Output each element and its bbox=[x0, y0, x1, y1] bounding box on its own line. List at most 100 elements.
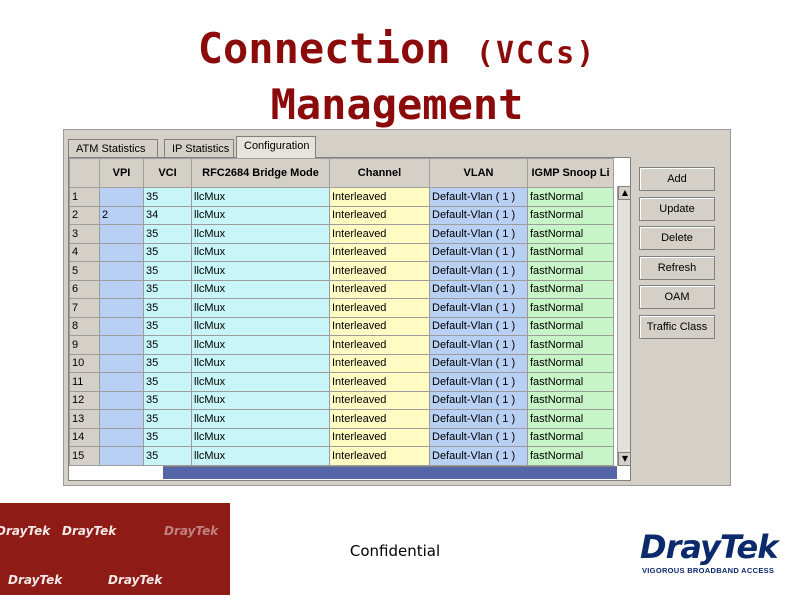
channel-cell[interactable]: Interleaved bbox=[329, 187, 430, 207]
table-row[interactable]: 4 35 llcMux Interleaved Default-Vlan ( 1 ) fa… bbox=[69, 242, 614, 262]
bridge-mode-cell[interactable]: llcMux bbox=[191, 372, 330, 392]
bridge-mode-cell[interactable]: llcMux bbox=[191, 316, 330, 336]
table-row[interactable]: 5 35 llcMux Interleaved Default-Vlan ( 1 ) fa… bbox=[69, 261, 614, 281]
bridge-mode-cell[interactable]: llcMux bbox=[191, 187, 330, 207]
vci-cell[interactable]: 35 bbox=[143, 187, 192, 207]
row-index[interactable]: 6 bbox=[69, 279, 100, 299]
table-row[interactable]: 11 35 llcMux Interleaved Default-Vlan ( 1 ) f… bbox=[69, 372, 614, 392]
vci-cell[interactable]: 35 bbox=[143, 353, 192, 373]
bridge-mode-cell[interactable]: llcMux bbox=[191, 409, 330, 429]
vlan-cell[interactable]: Default-Vlan ( 1 ) bbox=[429, 390, 528, 410]
channel-cell[interactable]: Interleaved bbox=[329, 390, 430, 410]
igmp-cell[interactable]: fastNormal bbox=[527, 409, 614, 429]
channel-cell[interactable]: Interleaved bbox=[329, 298, 430, 318]
vlan-cell[interactable]: Default-Vlan ( 1 ) bbox=[429, 372, 528, 392]
igmp-cell[interactable]: fastNormal bbox=[527, 261, 614, 281]
vci-cell[interactable]: 35 bbox=[143, 242, 192, 262]
vlan-cell[interactable]: Default-Vlan ( 1 ) bbox=[429, 205, 528, 225]
vci-cell[interactable]: 35 bbox=[143, 372, 192, 392]
bridge-mode-cell[interactable]: llcMux bbox=[191, 446, 330, 466]
vci-cell[interactable]: 35 bbox=[143, 446, 192, 466]
update-button[interactable]: Update bbox=[639, 197, 715, 221]
table-row[interactable]: 2 2 34 llcMux Interleaved Default-Vlan ( 1 ) f… bbox=[69, 205, 614, 225]
scroll-down-icon[interactable]: ▼ bbox=[618, 452, 630, 466]
table-row[interactable]: 10 35 llcMux Interleaved Default-Vlan ( 1 ) f… bbox=[69, 353, 614, 373]
channel-cell[interactable]: Interleaved bbox=[329, 279, 430, 299]
igmp-cell[interactable]: fastNormal bbox=[527, 390, 614, 410]
row-index[interactable]: 4 bbox=[69, 242, 100, 262]
vlan-cell[interactable]: Default-Vlan ( 1 ) bbox=[429, 316, 528, 336]
tab-ip-statistics[interactable]: IP Statistics bbox=[164, 139, 234, 157]
vci-cell[interactable]: 35 bbox=[143, 316, 192, 336]
vlan-cell[interactable]: Default-Vlan ( 1 ) bbox=[429, 261, 528, 281]
refresh-button[interactable]: Refresh bbox=[639, 256, 715, 280]
vci-cell[interactable]: 35 bbox=[143, 224, 192, 244]
traffic-class-button[interactable]: Traffic Class bbox=[639, 315, 715, 339]
vci-cell[interactable]: 35 bbox=[143, 390, 192, 410]
table-row[interactable]: 9 35 llcMux Interleaved Default-Vlan ( 1 ) fa… bbox=[69, 335, 614, 355]
row-index[interactable]: 2 bbox=[69, 205, 100, 225]
delete-button[interactable]: Delete bbox=[639, 226, 715, 250]
vpi-cell[interactable] bbox=[99, 372, 144, 392]
channel-cell[interactable]: Interleaved bbox=[329, 224, 430, 244]
bridge-mode-cell[interactable]: llcMux bbox=[191, 335, 330, 355]
table-row[interactable]: 14 35 llcMux Interleaved Default-Vlan ( 1 ) f… bbox=[69, 427, 614, 447]
igmp-cell[interactable]: fastNormal bbox=[527, 298, 614, 318]
vci-cell[interactable]: 35 bbox=[143, 279, 192, 299]
row-index[interactable]: 10 bbox=[69, 353, 100, 373]
igmp-cell[interactable]: fastNormal bbox=[527, 187, 614, 207]
row-index[interactable]: 14 bbox=[69, 427, 100, 447]
row-index[interactable]: 1 bbox=[69, 187, 100, 207]
horizontal-scrollbar[interactable] bbox=[163, 466, 617, 479]
igmp-cell[interactable]: fastNormal bbox=[527, 224, 614, 244]
igmp-cell[interactable]: fastNormal bbox=[527, 427, 614, 447]
tab-atm-statistics[interactable]: ATM Statistics bbox=[68, 139, 158, 157]
vci-cell[interactable]: 34 bbox=[143, 205, 192, 225]
table-row[interactable]: 8 35 llcMux Interleaved Default-Vlan ( 1 ) fa… bbox=[69, 316, 614, 336]
add-button[interactable]: Add bbox=[639, 167, 715, 191]
channel-cell[interactable]: Interleaved bbox=[329, 261, 430, 281]
vci-cell[interactable]: 35 bbox=[143, 261, 192, 281]
vci-cell[interactable]: 35 bbox=[143, 427, 192, 447]
oam-button[interactable]: OAM bbox=[639, 285, 715, 309]
channel-cell[interactable]: Interleaved bbox=[329, 446, 430, 466]
channel-cell[interactable]: Interleaved bbox=[329, 372, 430, 392]
vpi-cell[interactable] bbox=[99, 409, 144, 429]
col-header-vlan[interactable]: VLAN bbox=[429, 158, 528, 188]
row-index[interactable]: 13 bbox=[69, 409, 100, 429]
bridge-mode-cell[interactable]: llcMux bbox=[191, 298, 330, 318]
bridge-mode-cell[interactable]: llcMux bbox=[191, 205, 330, 225]
table-row[interactable]: 12 35 llcMux Interleaved Default-Vlan ( 1 ) f… bbox=[69, 390, 614, 410]
table-row[interactable]: 15 35 llcMux Interleaved Default-Vlan ( 1 ) f… bbox=[69, 446, 614, 466]
channel-cell[interactable]: Interleaved bbox=[329, 316, 430, 336]
vpi-cell[interactable]: 2 bbox=[99, 205, 144, 225]
col-header-channel[interactable]: Channel bbox=[329, 158, 430, 188]
vci-cell[interactable]: 35 bbox=[143, 409, 192, 429]
vertical-scrollbar[interactable]: ▲ ▼ bbox=[617, 186, 630, 466]
bridge-mode-cell[interactable]: llcMux bbox=[191, 279, 330, 299]
vpi-cell[interactable] bbox=[99, 390, 144, 410]
igmp-cell[interactable]: fastNormal bbox=[527, 372, 614, 392]
vpi-cell[interactable] bbox=[99, 335, 144, 355]
col-header-bridge-mode[interactable]: RFC2684 Bridge Mode bbox=[191, 158, 330, 188]
col-header-vpi[interactable]: VPI bbox=[99, 158, 144, 188]
bridge-mode-cell[interactable]: llcMux bbox=[191, 427, 330, 447]
vlan-cell[interactable]: Default-Vlan ( 1 ) bbox=[429, 446, 528, 466]
vpi-cell[interactable] bbox=[99, 242, 144, 262]
row-index[interactable]: 7 bbox=[69, 298, 100, 318]
table-row[interactable]: 7 35 llcMux Interleaved Default-Vlan ( 1 ) fa… bbox=[69, 298, 614, 318]
scroll-up-icon[interactable]: ▲ bbox=[618, 186, 630, 200]
table-row[interactable]: 6 35 llcMux Interleaved Default-Vlan ( 1 ) fa… bbox=[69, 279, 614, 299]
vlan-cell[interactable]: Default-Vlan ( 1 ) bbox=[429, 279, 528, 299]
row-index[interactable]: 15 bbox=[69, 446, 100, 466]
igmp-cell[interactable]: fastNormal bbox=[527, 279, 614, 299]
row-index[interactable]: 12 bbox=[69, 390, 100, 410]
bridge-mode-cell[interactable]: llcMux bbox=[191, 353, 330, 373]
bridge-mode-cell[interactable]: llcMux bbox=[191, 242, 330, 262]
row-index[interactable]: 5 bbox=[69, 261, 100, 281]
vpi-cell[interactable] bbox=[99, 224, 144, 244]
igmp-cell[interactable]: fastNormal bbox=[527, 316, 614, 336]
table-row[interactable]: 3 35 llcMux Interleaved Default-Vlan ( 1 ) fa… bbox=[69, 224, 614, 244]
bridge-mode-cell[interactable]: llcMux bbox=[191, 261, 330, 281]
vlan-cell[interactable]: Default-Vlan ( 1 ) bbox=[429, 427, 528, 447]
